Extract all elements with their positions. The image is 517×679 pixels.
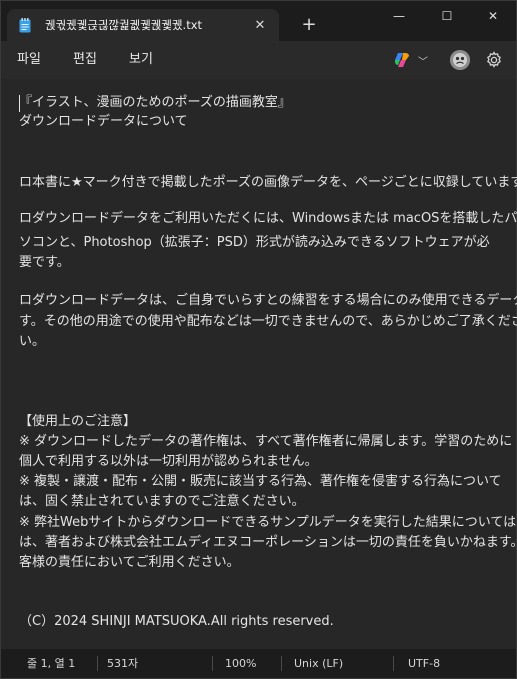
tab-close-button[interactable]: ✕ [251,16,269,34]
encoding[interactable]: UTF-8 [408,649,440,678]
editor-line: 『イラスト、漫画のためのポーズの描画教室』 [19,95,291,110]
editor-line: ※ ダウンロードしたデータの著作権は、すべて著作権者に帰属します。学習のために [19,434,513,449]
maximize-button[interactable]: ☐ [424,1,470,31]
editor-line: ダウンロードデータについて [19,114,188,129]
editor-line: ロ本書に★マーク付きで掲載したポーズの画像データを、ページごとに収録しています。 [19,175,517,190]
status-bar: 줄 1, 열 1 531자 100% Unix (LF) UTF-8 [1,649,516,678]
status-divider [212,656,213,671]
editor-line: ※ 複製・譲渡・配布・公開・販売に該当する行為、著作権を侵害する行為について [19,474,502,489]
editor-line: は、著者および株式会社エムディエヌコーポレーションは一切の責任を負いかねます。お [19,535,517,550]
avatar[interactable] [450,50,470,70]
title-bar: 궩궋궸궻귽긚깒궕궶궻궩궻궸.txt ✕ + — ☐ ✕ [1,1,516,41]
editor-line: ロダウンロードデータは、ご自身でいらすとの練習をする場合にのみ使用できるデータで [19,293,517,308]
cursor-position[interactable]: 줄 1, 열 1 [27,649,75,678]
tab-title: 궩궋궸궻귽긚깒궕궶궻궩궻궸.txt [45,18,203,32]
editor-line: （C）2024 SHINJI MATSUOKA.All rights reser… [19,614,334,629]
status-divider [281,656,282,671]
tab-document[interactable]: 궩궋궸궻귽긚깒궕궶궻궩궻궸.txt ✕ [7,9,279,41]
new-tab-button[interactable]: + [298,13,320,35]
menu-bar: 파일 편집 보기 ﹀ [1,41,516,79]
editor-line: ソコンと、Photoshop（拡張子：PSD）形式が読み込みできるソフトウェアが… [19,235,490,250]
menu-file[interactable]: 파일 [17,41,41,79]
line-ending[interactable]: Unix (LF) [294,649,343,678]
status-divider [393,656,394,671]
text-editor[interactable]: 『イラスト、漫画のためのポーズの描画教室』 ダウンロードデータについて ロ本書に… [1,79,517,649]
menu-edit[interactable]: 편집 [73,41,97,79]
copilot-icon[interactable] [393,51,411,69]
close-button[interactable]: ✕ [470,1,516,31]
menu-view[interactable]: 보기 [129,41,153,79]
zoom-level[interactable]: 100% [225,649,256,678]
editor-line: 【使用上のご注意】 [19,414,137,429]
notepad-window: 궩궋궸궻귽긚깒궕궶궻궩궻궸.txt ✕ + — ☐ ✕ 파일 편집 보기 ﹀ 『… [0,0,517,679]
editor-line: 客様の責任においてご利用ください。 [19,555,240,570]
character-count: 531자 [107,657,139,670]
notepad-icon [19,17,31,33]
editor-line: ※ 弊社Webサイトからダウンロードできるサンプルデータを実行した結果については [19,515,517,530]
gear-icon[interactable] [485,51,503,69]
editor-line: 要です。 [19,255,70,270]
chevron-down-icon[interactable]: ﹀ [418,53,428,68]
editor-line: 個人で利用する以外は一切利用が認められません。 [19,454,318,469]
editor-line: は、固く禁止されていますのでご注意ください。 [19,494,305,509]
editor-line: い。 [19,334,46,349]
editor-line: ロダウンロードデータをご利用いただくには、Windowsまたは macOSを搭載… [19,211,517,226]
minimize-button[interactable]: — [376,1,422,31]
status-divider [97,656,98,671]
editor-line: す。その他の用途での使用や配布などは一切できませんので、あらかじめご了承くださ [19,314,517,329]
